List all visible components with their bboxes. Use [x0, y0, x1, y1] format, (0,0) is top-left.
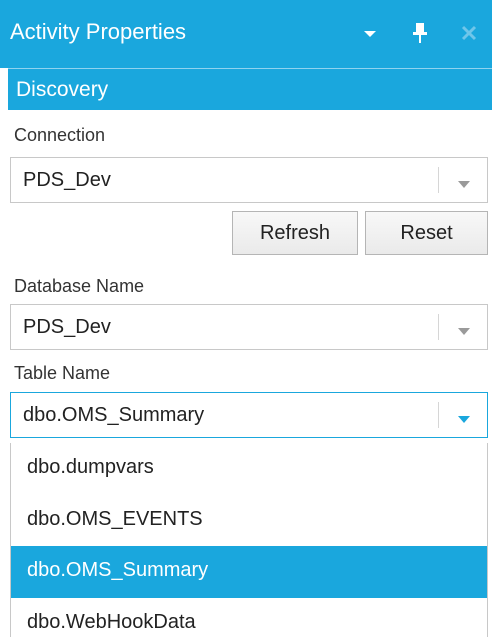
list-item-label: dbo.WebHookData: [27, 611, 196, 633]
title-bar: Activity Properties: [0, 0, 492, 68]
list-item-label: dbo.OMS_Summary: [27, 559, 209, 581]
table-name-combobox[interactable]: dbo.OMS_Summary: [10, 392, 488, 438]
list-item[interactable]: dbo.dumpvars: [11, 443, 487, 495]
pin-icon[interactable]: [408, 20, 432, 46]
database-name-value: PDS_Dev: [23, 316, 111, 338]
list-item-label: dbo.dumpvars: [27, 456, 154, 478]
combo-separator: [438, 167, 439, 193]
chevron-down-icon[interactable]: [457, 411, 471, 423]
database-name-combobox[interactable]: PDS_Dev: [10, 304, 488, 350]
connection-value: PDS_Dev: [23, 169, 111, 191]
database-name-label: Database Name: [14, 276, 145, 296]
dropdown-arrow-icon[interactable]: [358, 20, 382, 46]
chevron-down-icon[interactable]: [457, 323, 471, 335]
list-item-label: dbo.OMS_EVENTS: [27, 508, 203, 530]
combo-separator: [438, 402, 439, 428]
panel-title: Activity Properties: [10, 19, 187, 44]
refresh-button[interactable]: Refresh: [232, 211, 358, 255]
reset-button[interactable]: Reset: [365, 211, 488, 255]
list-item[interactable]: dbo.OMS_EVENTS: [11, 495, 487, 547]
section-title: Discovery: [16, 78, 109, 101]
section-header-discovery[interactable]: Discovery: [8, 68, 492, 110]
close-icon[interactable]: [457, 20, 481, 46]
activity-properties-panel: Activity Properties Discovery Connection: [0, 0, 492, 637]
connection-combobox[interactable]: PDS_Dev: [10, 157, 488, 203]
table-name-value: dbo.OMS_Summary: [23, 404, 205, 426]
table-name-dropdown-list: dbo.dumpvars dbo.OMS_EVENTS dbo.OMS_Summ…: [10, 443, 488, 637]
list-item[interactable]: dbo.WebHookData: [11, 598, 487, 637]
connection-label: Connection: [14, 125, 106, 145]
table-name-label: Table Name: [14, 363, 111, 383]
list-item-selected[interactable]: dbo.OMS_Summary: [11, 546, 487, 598]
chevron-down-icon[interactable]: [457, 176, 471, 188]
combo-separator: [438, 314, 439, 340]
